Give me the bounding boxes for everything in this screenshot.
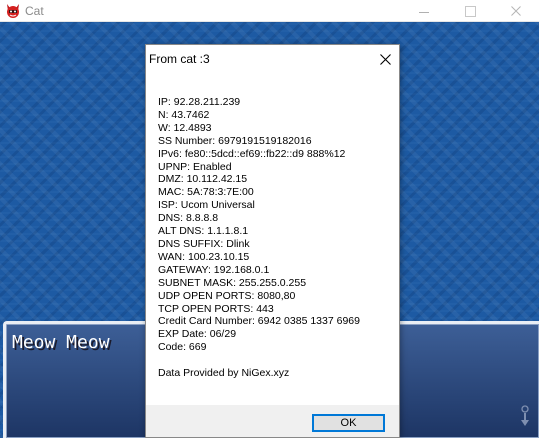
info-line-upnp: UPNP: Enabled xyxy=(158,160,232,173)
info-line-ipv6: IPv6: fe80::5dcd::ef69::fb22::d9 888%12 xyxy=(158,147,346,160)
maximize-button[interactable] xyxy=(447,0,493,22)
dialog-titlebar[interactable]: From cat :3 xyxy=(146,45,399,74)
dialog-title: From cat :3 xyxy=(149,52,210,66)
info-line-dns: DNS: 8.8.8.8 xyxy=(158,212,219,225)
info-line-alt-dns: ALT DNS: 1.1.1.8.1 xyxy=(158,225,249,238)
info-line-gateway: GATEWAY: 192.168.0.1 xyxy=(158,263,270,276)
close-icon xyxy=(379,53,391,65)
info-line-code: Code: 669 xyxy=(158,341,207,354)
message-box-dialog: From cat :3 IP: 92.28.211.239 N: 43.7462… xyxy=(145,44,400,438)
info-line-wan: WAN: 100.23.10.15 xyxy=(158,250,250,263)
dialog-body: IP: 92.28.211.239 N: 43.7462 W: 12.4893 … xyxy=(146,74,399,405)
minimize-button[interactable] xyxy=(401,0,447,22)
info-list: IP: 92.28.211.239 N: 43.7462 W: 12.4893 … xyxy=(158,96,360,380)
window-titlebar[interactable]: Cat xyxy=(0,0,539,22)
dialog-close-button[interactable] xyxy=(372,47,398,71)
info-line-ip: IP: 92.28.211.239 xyxy=(158,96,241,108)
info-line-w: W: 12.4893 xyxy=(158,121,212,134)
info-line-subnet-mask: SUBNET MASK: 255.255.0.255 xyxy=(158,276,307,289)
pause-indicator-icon xyxy=(521,405,529,426)
info-line-exp-date: EXP Date: 06/29 xyxy=(158,328,237,341)
info-line-credit-card: Credit Card Number: 6942 0385 1337 6969 xyxy=(158,315,360,328)
info-line-tcp-ports: TCP OPEN PORTS: 443 xyxy=(158,302,274,315)
info-line-ss-number: SS Number: 6979191519182016 xyxy=(158,134,312,147)
maximize-icon xyxy=(464,5,476,17)
info-line-dns-suffix: DNS SUFFIX: Dlink xyxy=(158,237,250,250)
red-cat-icon xyxy=(5,3,21,19)
window-title: Cat xyxy=(25,4,44,18)
info-line-udp-ports: UDP OPEN PORTS: 8080,80 xyxy=(158,289,296,302)
info-line-dmz: DMZ: 10.112.42.15 xyxy=(158,173,248,186)
info-footer-line: Data Provided by NiGex.xyz xyxy=(158,367,290,380)
close-icon xyxy=(511,6,521,16)
info-line-mac: MAC: 5A:78:3:7E:00 xyxy=(158,186,254,199)
minimize-icon xyxy=(419,11,429,13)
info-line-isp: ISP: Ucom Universal xyxy=(158,199,255,212)
window-close-button[interactable] xyxy=(493,0,539,22)
info-line-n: N: 43.7462 xyxy=(158,108,210,121)
ok-button[interactable]: OK xyxy=(312,414,385,432)
message-text: Meow Meow xyxy=(12,332,110,353)
